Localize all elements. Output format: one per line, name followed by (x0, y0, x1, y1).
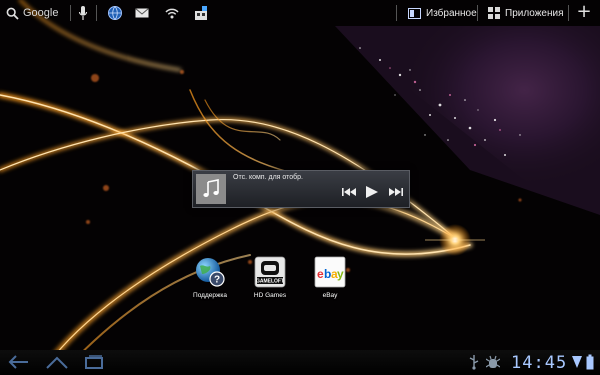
favorites-label: Избранное (426, 7, 477, 19)
apps-grid-icon (488, 7, 500, 19)
usb-icon[interactable] (468, 354, 480, 370)
music-player-widget[interactable]: Отс. комп. для отобр. (192, 170, 410, 208)
previous-track-icon[interactable] (341, 185, 357, 199)
battery-icon[interactable] (586, 354, 594, 370)
email-icon[interactable] (134, 5, 150, 21)
system-bar: 14:45 (0, 350, 600, 375)
app-shortcut-support[interactable]: ? Поддержка (180, 256, 240, 299)
divider (568, 5, 569, 21)
apps-label: Приложения (505, 7, 564, 19)
app-shortcut-ebay[interactable]: e b a y eBay (300, 256, 360, 299)
home-icon[interactable] (45, 354, 69, 370)
apps-button[interactable]: Приложения (488, 5, 564, 21)
divider (477, 5, 478, 21)
app-label: Поддержка (193, 292, 227, 299)
divider (396, 5, 397, 21)
browser-globe-icon[interactable] (107, 5, 123, 21)
svg-text:e: e (317, 267, 324, 281)
wifi-settings-icon[interactable] (164, 5, 180, 21)
status-bar: Google Избранное Приложения + (0, 0, 600, 26)
debug-icon[interactable] (486, 354, 500, 370)
app-shortcut-hd-games[interactable]: GAMELOFT HD Games (240, 256, 300, 299)
gameloft-wordmark: GAMELOFT (256, 279, 284, 285)
divider (70, 5, 71, 21)
next-track-icon[interactable] (388, 185, 404, 199)
google-search-button[interactable]: Google (6, 5, 58, 21)
clock[interactable]: 14:45 (511, 353, 567, 373)
search-label: Google (23, 7, 59, 19)
play-icon[interactable] (365, 185, 379, 199)
track-title: Отс. комп. для отобр. (233, 174, 303, 181)
market-icon[interactable] (193, 5, 209, 21)
svg-text:?: ? (214, 275, 220, 286)
support-globe-icon: ? (194, 256, 226, 288)
album-art[interactable] (196, 174, 226, 204)
favorites-button[interactable]: Избранное (408, 5, 477, 21)
ebay-icon: e b a y (314, 256, 346, 288)
search-icon (6, 7, 19, 20)
back-icon[interactable] (8, 354, 30, 370)
music-note-icon (203, 179, 219, 197)
svg-text:y: y (337, 267, 344, 281)
wifi-signal-icon[interactable] (572, 354, 582, 370)
microphone-icon[interactable] (78, 5, 88, 21)
bookmark-icon (408, 7, 421, 19)
divider (96, 5, 97, 21)
app-label: HD Games (253, 292, 287, 299)
recent-apps-icon[interactable] (84, 354, 104, 370)
app-label: eBay (322, 292, 338, 299)
add-widget-button[interactable]: + (575, 2, 593, 22)
gameloft-icon: GAMELOFT (254, 256, 286, 288)
